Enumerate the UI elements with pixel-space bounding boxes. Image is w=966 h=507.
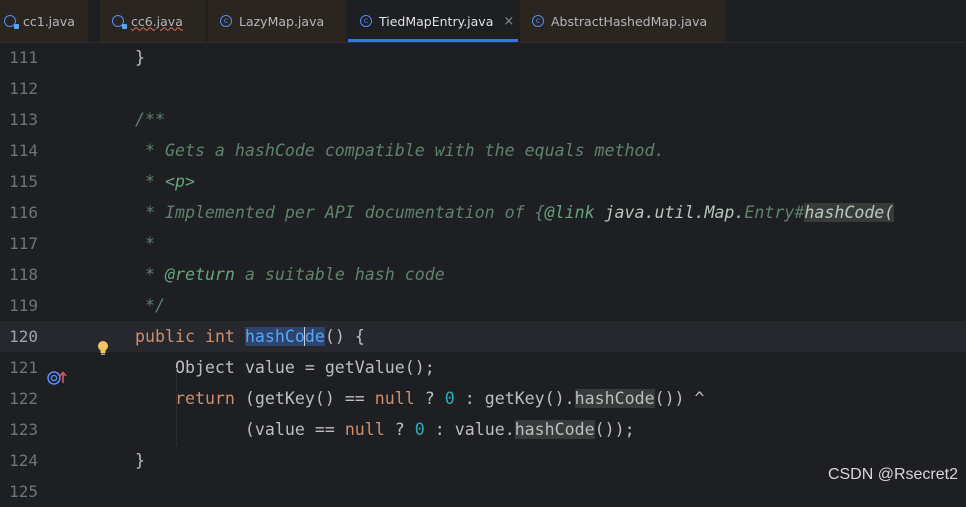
token: (value ==	[244, 420, 345, 439]
code-text: * Implemented per API documentation of {…	[135, 197, 895, 228]
line-number: 113	[9, 110, 38, 129]
java-class-icon: c	[532, 15, 544, 27]
line-number: 115	[9, 172, 38, 191]
code-line: 114 * Gets a hashCode compatible with th…	[0, 135, 966, 166]
token: ()) ^	[654, 389, 705, 408]
token: : getKey().	[454, 389, 575, 408]
token: }	[135, 451, 145, 470]
code-text: */	[135, 296, 165, 315]
code-line: 113 /**	[0, 104, 966, 135]
code-line-current: 120 public int hashCode() {	[0, 321, 966, 352]
code-line: 124 }	[0, 445, 966, 476]
line-number: 117	[9, 234, 38, 253]
code-line: 116 * Implemented per API documentation …	[0, 197, 966, 228]
token: *	[135, 172, 165, 191]
line-number: 122	[9, 389, 38, 408]
code-text: public int hashCode() {	[135, 321, 365, 352]
code-text: }	[135, 445, 145, 476]
tab-tiedmapentry[interactable]: c TiedMapEntry.java ×	[348, 0, 518, 42]
token: int	[204, 327, 235, 346]
tab-label: AbstractHashedMap.java	[551, 13, 708, 29]
code-line: 117 *	[0, 228, 966, 259]
java-class-icon: c	[220, 15, 232, 27]
token: (getKey() ==	[234, 389, 375, 408]
tab-label: cc1.java	[23, 13, 75, 29]
token: hashCode	[514, 420, 595, 439]
code-line: 123 (value == null ? 0 : value.hashCode(…	[0, 414, 966, 445]
line-number: 118	[9, 265, 38, 284]
code-line: 121 Object value = getValue();	[0, 352, 966, 383]
code-text: }	[135, 42, 145, 73]
token: a suitable hash code	[234, 265, 445, 284]
code-line: 118 * @return a suitable hash code	[0, 259, 966, 290]
watermark: CSDN @Rsecret2	[827, 466, 958, 483]
token: 0	[414, 420, 425, 439]
token: @link	[544, 203, 595, 222]
editor-tab-bar: cc1.java cc6.java c LazyMap.java c TiedM…	[0, 0, 966, 43]
token: de	[304, 327, 325, 346]
token: public	[135, 327, 195, 346]
tab-cc6[interactable]: cc6.java	[100, 0, 206, 42]
token: * Implemented per API documentation of {	[135, 203, 545, 222]
code-line: 111 }	[0, 42, 966, 73]
line-number: 120	[9, 327, 38, 346]
line-number: 123	[9, 420, 38, 439]
close-icon[interactable]: ×	[503, 14, 514, 29]
token: null	[374, 389, 415, 408]
java-class-run-icon	[4, 15, 19, 29]
tab-abstracthashedmap[interactable]: c AbstractHashedMap.java	[520, 0, 726, 42]
method-name: hashCode	[244, 327, 325, 346]
token: ());	[594, 420, 635, 439]
line-number: 119	[9, 296, 38, 315]
code-text: Object value = getValue();	[135, 358, 435, 377]
token: : value.	[424, 420, 515, 439]
token: ?	[384, 420, 415, 439]
code-text: /**	[135, 110, 165, 129]
token: hashCode	[574, 389, 655, 408]
code-text: return (getKey() == null ? 0 : getKey().…	[135, 383, 705, 414]
code-text: (value == null ? 0 : value.hashCode());	[135, 414, 635, 445]
code-line: 125	[0, 476, 966, 507]
code-line: 112	[0, 73, 966, 104]
code-line: 119 */	[0, 290, 966, 321]
overrides-method-icon[interactable]	[46, 369, 68, 387]
token: 0	[444, 389, 455, 408]
token: () {	[324, 327, 365, 346]
line-number: 121	[9, 358, 38, 377]
token: java.util.Map.	[594, 203, 745, 222]
tab-label: LazyMap.java	[239, 13, 325, 29]
code-text: * Gets a hashCode compatible with the eq…	[135, 141, 665, 160]
lightbulb-icon[interactable]	[97, 340, 109, 356]
token: *	[135, 265, 165, 284]
token: null	[344, 420, 385, 439]
line-number: 114	[9, 141, 38, 160]
code-editor[interactable]: 111 } 112 113 /** 114 * Gets a hashCode …	[0, 42, 966, 501]
token: @return	[164, 265, 235, 284]
tab-cc1[interactable]: cc1.java	[0, 0, 88, 42]
token: return	[174, 389, 235, 408]
tab-label: TiedMapEntry.java	[379, 13, 494, 29]
code-text: *	[135, 234, 155, 253]
token: hashCode(	[804, 203, 895, 222]
code-text: * @return a suitable hash code	[135, 259, 445, 290]
token: Entry#	[744, 203, 805, 222]
java-class-icon: c	[360, 15, 372, 27]
token: ?	[414, 389, 445, 408]
code-line: 115 * <p>	[0, 166, 966, 197]
java-class-run-icon	[112, 15, 127, 29]
line-number: 124	[9, 451, 38, 470]
line-number: 116	[9, 203, 38, 222]
token: hashCo	[244, 327, 305, 346]
line-number: 111	[9, 48, 38, 67]
indent-guide	[176, 368, 178, 446]
code-text: * <p>	[135, 166, 195, 197]
token: }	[135, 48, 145, 67]
tab-label: cc6.java	[131, 13, 183, 29]
tab-lazymap[interactable]: c LazyMap.java	[208, 0, 346, 42]
line-number: 125	[9, 482, 38, 501]
line-number: 112	[9, 79, 38, 98]
token: <p>	[164, 172, 195, 191]
code-line: 122 return (getKey() == null ? 0 : getKe…	[0, 383, 966, 414]
